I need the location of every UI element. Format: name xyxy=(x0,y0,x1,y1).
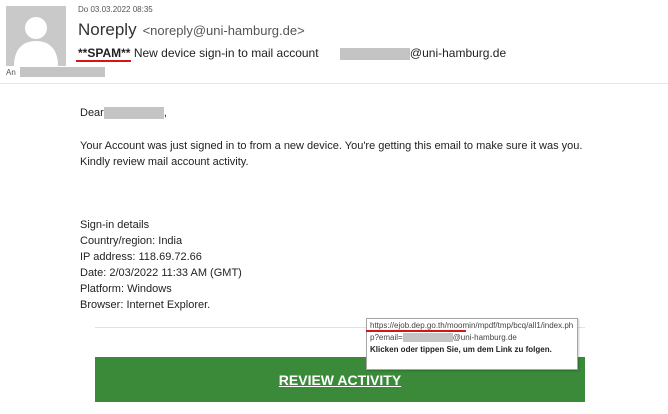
detail-country: Country/region: India xyxy=(80,235,183,247)
redacted-to-address xyxy=(20,67,105,77)
tooltip-hint: Klicken oder tippen Sie, um dem Link zu … xyxy=(370,345,552,354)
url-annotation-underline xyxy=(366,330,466,332)
person-silhouette-icon xyxy=(6,6,66,66)
details-title: Sign-in details xyxy=(80,219,150,231)
sender-avatar xyxy=(6,6,66,66)
detail-ip: IP address: 118.69.72.66 xyxy=(80,251,202,263)
redacted-recipient xyxy=(339,47,410,60)
detail-platform: Platform: Windows xyxy=(80,283,172,295)
email-body: Dear, Your Account was just signed in to… xyxy=(80,105,610,313)
link-tooltip: https://ejob.dep.go.th/moomin/mpdf/tmp/b… xyxy=(366,318,578,370)
detail-date: Date: 2/03/2022 11:33 AM (GMT) xyxy=(80,267,242,279)
tooltip-url: https://ejob.dep.go.th/moomin/mpdf/tmp/b… xyxy=(370,320,574,344)
spam-annotation-underline xyxy=(76,60,131,62)
header-divider xyxy=(0,83,668,84)
sender-name: Noreply xyxy=(78,20,137,39)
sender-address: <noreply@uni-hamburg.de> xyxy=(142,23,305,38)
sender[interactable]: Noreply <noreply@uni-hamburg.de> xyxy=(78,20,305,40)
email-subject: **SPAM** New device sign-in to mail acco… xyxy=(78,46,506,60)
greeting-comma: , xyxy=(163,107,167,119)
detail-browser: Browser: Internet Explorer. xyxy=(80,299,211,311)
tooltip-url-end: @uni-hamburg.de xyxy=(452,333,517,342)
subject-domain: @uni-hamburg.de xyxy=(409,46,507,60)
intro-paragraph: Your Account was just signed in to from … xyxy=(80,140,583,168)
to-label: An xyxy=(6,68,16,77)
greeting: Dear xyxy=(80,107,104,119)
received-date: Do 03.03.2022 08:35 xyxy=(78,5,153,14)
redacted-email xyxy=(402,333,453,343)
greeting-line: Dear, xyxy=(80,105,610,121)
spam-tag: **SPAM** xyxy=(78,46,131,60)
subject-text: New device sign-in to mail account xyxy=(133,46,319,60)
redacted-name xyxy=(103,107,164,120)
